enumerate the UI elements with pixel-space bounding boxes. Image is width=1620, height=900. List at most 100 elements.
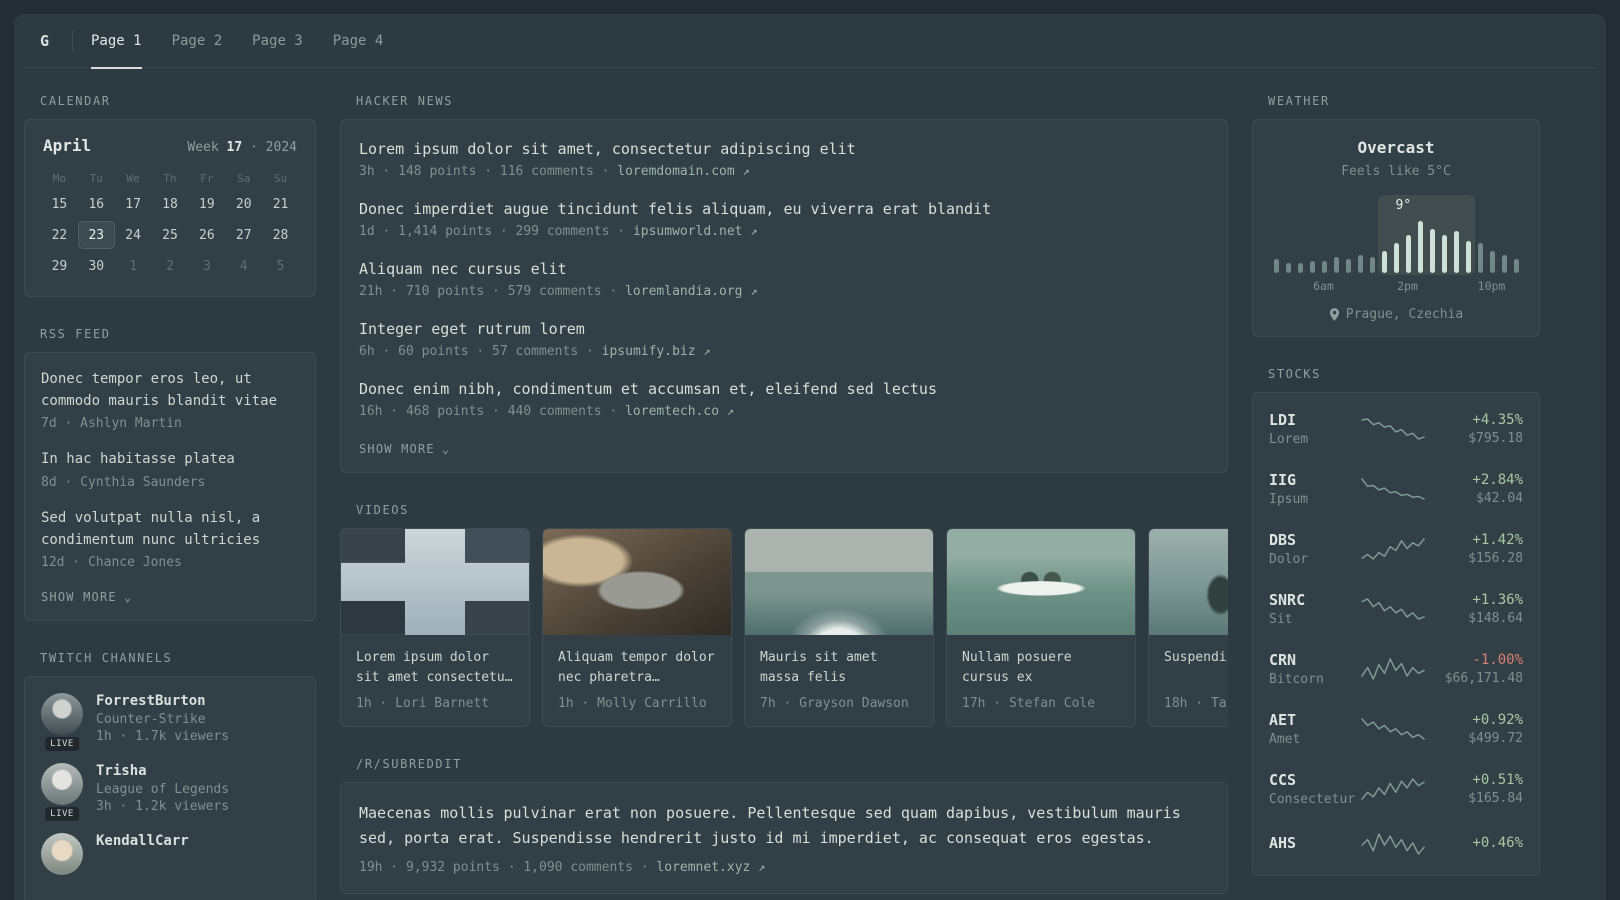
stock-name: Consectetur (1269, 792, 1356, 807)
stock-name: Sit (1269, 612, 1293, 627)
stock-identity: CRN Bitcorn (1269, 651, 1355, 687)
twitch-channel-game: Counter-Strike (96, 712, 206, 728)
subreddit-domain-link[interactable]: loremnet.xyz ↗ (656, 860, 765, 875)
external-link-icon: ↗ (742, 164, 750, 178)
calendar-day[interactable]: 16 (78, 190, 115, 218)
calendar-day[interactable]: 3 (188, 252, 225, 280)
page-tab[interactable]: Page 2 (172, 14, 223, 68)
calendar-day[interactable]: 25 (152, 221, 189, 249)
rss-item[interactable]: In hac habitasse platea 8d · Cynthia Sau… (41, 449, 299, 490)
calendar-day[interactable]: 28 (262, 221, 299, 249)
app-logo[interactable]: G (40, 32, 66, 50)
calendar-day[interactable]: 27 (225, 221, 262, 249)
hn-domain-link[interactable]: ipsumworld.net ↗ (633, 224, 758, 239)
subreddit-post-title[interactable]: Maecenas mollis pulvinar erat non posuer… (359, 801, 1209, 851)
stock-row[interactable]: IIG Ipsum +2.84% $42.04 (1269, 459, 1523, 519)
stock-sparkline (1361, 658, 1425, 680)
stock-row[interactable]: AHS +0.46% (1269, 819, 1523, 869)
stock-row[interactable]: LDI Lorem +4.35% $795.18 (1269, 399, 1523, 459)
hackernews-card: Lorem ipsum dolor sit amet, consectetur … (340, 119, 1228, 473)
calendar-day[interactable]: 17 (115, 190, 152, 218)
video-card[interactable]: Suspendisse diam 18h · Tara (1148, 528, 1228, 727)
stock-sparkline (1361, 833, 1425, 855)
weekday-label: We (126, 172, 140, 185)
videos-widget: VIDEOS Lorem ipsum dolor sit amet consec… (340, 503, 1228, 727)
middle-column: HACKER NEWS Lorem ipsum dolor sit amet, … (340, 94, 1228, 900)
hn-domain-link[interactable]: loremlandia.org ↗ (625, 284, 757, 299)
twitch-avatar-wrap: LIVE (41, 833, 83, 876)
subreddit-domain-text: loremnet.xyz (656, 859, 751, 875)
weather-bar (1393, 243, 1399, 273)
calendar-day[interactable]: 23 (77, 221, 115, 249)
calendar-day[interactable]: 20 (225, 190, 262, 218)
stock-change: +4.35% (1472, 412, 1523, 428)
hn-story-title[interactable]: Lorem ipsum dolor sit amet, consectetur … (359, 140, 1209, 158)
stock-name: Dolor (1269, 552, 1309, 567)
stock-sparkline (1361, 778, 1425, 800)
page-tab-label: Page 3 (252, 32, 303, 49)
twitch-channel[interactable]: LIVE Trisha League of Legends 3h · 1.2k … (41, 763, 299, 822)
stock-values: +0.92% $499.72 (1431, 712, 1523, 746)
hn-story-title[interactable]: Donec imperdiet augue tincidunt felis al… (359, 200, 1209, 218)
calendar-section-title: CALENDAR (40, 94, 111, 108)
page-tab[interactable]: Page 1 (91, 14, 142, 69)
calendar-day[interactable]: 1 (115, 252, 152, 280)
chevron-down-icon: ⌄ (441, 442, 451, 456)
video-list: Lorem ipsum dolor sit amet consectetu… 1… (340, 528, 1228, 727)
calendar-day[interactable]: 19 (188, 190, 225, 218)
video-title: Nullam posuere cursus ex (962, 650, 1072, 686)
rss-item[interactable]: Donec tempor eros leo, ut commodo mauris… (41, 369, 299, 431)
hn-story-title[interactable]: Integer eget rutrum lorem (359, 320, 1209, 338)
stock-row[interactable]: SNRC Sit +1.36% $148.64 (1269, 579, 1523, 639)
video-card[interactable]: Mauris sit amet massa felis 7h · Grayson… (744, 528, 934, 727)
hn-domain-link[interactable]: ipsumify.biz ↗ (602, 344, 711, 359)
hn-domain-link[interactable]: loremtech.co ↗ (625, 404, 734, 419)
hn-story-stats: 6h · 60 points · 57 comments · (359, 344, 602, 359)
calendar-day[interactable]: 24 (115, 221, 152, 249)
stock-row[interactable]: CRN Bitcorn -1.00% $66,171.48 (1269, 639, 1523, 699)
hn-story-meta: 21h · 710 points · 579 comments · loreml… (359, 284, 1209, 299)
calendar-day[interactable]: 22 (41, 221, 78, 249)
hn-domain-link[interactable]: loremdomain.com ↗ (617, 164, 749, 179)
calendar-day[interactable]: 15 (41, 190, 78, 218)
weather-bar (1513, 259, 1519, 273)
video-card[interactable]: Nullam posuere cursus ex 17h · Stefan Co… (946, 528, 1136, 727)
calendar-day[interactable]: 4 (225, 252, 262, 280)
rss-item[interactable]: Sed volutpat nulla nisl, a condimentum n… (41, 508, 299, 570)
page-tab[interactable]: Page 3 (252, 14, 303, 68)
hn-story-title[interactable]: Donec enim nibh, condimentum et accumsan… (359, 380, 1209, 398)
temperature-label: 9° (1395, 198, 1412, 213)
stock-price: $165.84 (1468, 791, 1523, 806)
avatar (41, 693, 83, 736)
calendar-day[interactable]: 2 (152, 252, 189, 280)
stock-row[interactable]: AET Amet +0.92% $499.72 (1269, 699, 1523, 759)
stock-values: +2.84% $42.04 (1431, 472, 1523, 506)
calendar-day[interactable]: 29 (41, 252, 78, 280)
calendar-day[interactable]: 21 (262, 190, 299, 218)
hn-story-stats: 3h · 148 points · 116 comments · (359, 164, 618, 179)
stock-row[interactable]: DBS Dolor +1.42% $156.28 (1269, 519, 1523, 579)
video-card[interactable]: Lorem ipsum dolor sit amet consectetu… 1… (340, 528, 530, 727)
calendar-day[interactable]: 26 (188, 221, 225, 249)
stock-sparkline (1361, 718, 1425, 740)
stock-row[interactable]: CCS Consectetur +0.51% $165.84 (1269, 759, 1523, 819)
stock-values: +1.42% $156.28 (1431, 532, 1523, 566)
page-tab[interactable]: Page 4 (333, 14, 384, 68)
video-meta: 18h · Tara (1164, 696, 1228, 711)
twitch-channel[interactable]: LIVE KendallCarr (41, 833, 299, 876)
calendar-day[interactable]: 5 (262, 252, 299, 280)
hn-story-stats: 1d · 1,414 points · 299 comments · (359, 224, 633, 239)
weather-time-label: 6am (1313, 279, 1334, 293)
twitch-channel[interactable]: LIVE ForrestBurton Counter-Strike 1h · 1… (41, 693, 299, 752)
show-more-button[interactable]: SHOW MORE ⌄ (41, 588, 132, 608)
weekday-label: Mo (52, 172, 67, 185)
weather-bar (1465, 241, 1471, 273)
show-more-button[interactable]: SHOW MORE ⌄ (359, 440, 450, 460)
stock-identity: IIG Ipsum (1269, 471, 1355, 507)
video-card[interactable]: Aliquam tempor dolor nec pharetra… 1h · … (542, 528, 732, 727)
calendar-day[interactable]: 30 (78, 252, 115, 280)
weather-bar (1333, 257, 1339, 273)
hn-story-title[interactable]: Aliquam nec cursus elit (359, 260, 1209, 278)
calendar-day[interactable]: 18 (152, 190, 189, 218)
hn-story-stats: 21h · 710 points · 579 comments · (359, 284, 626, 299)
